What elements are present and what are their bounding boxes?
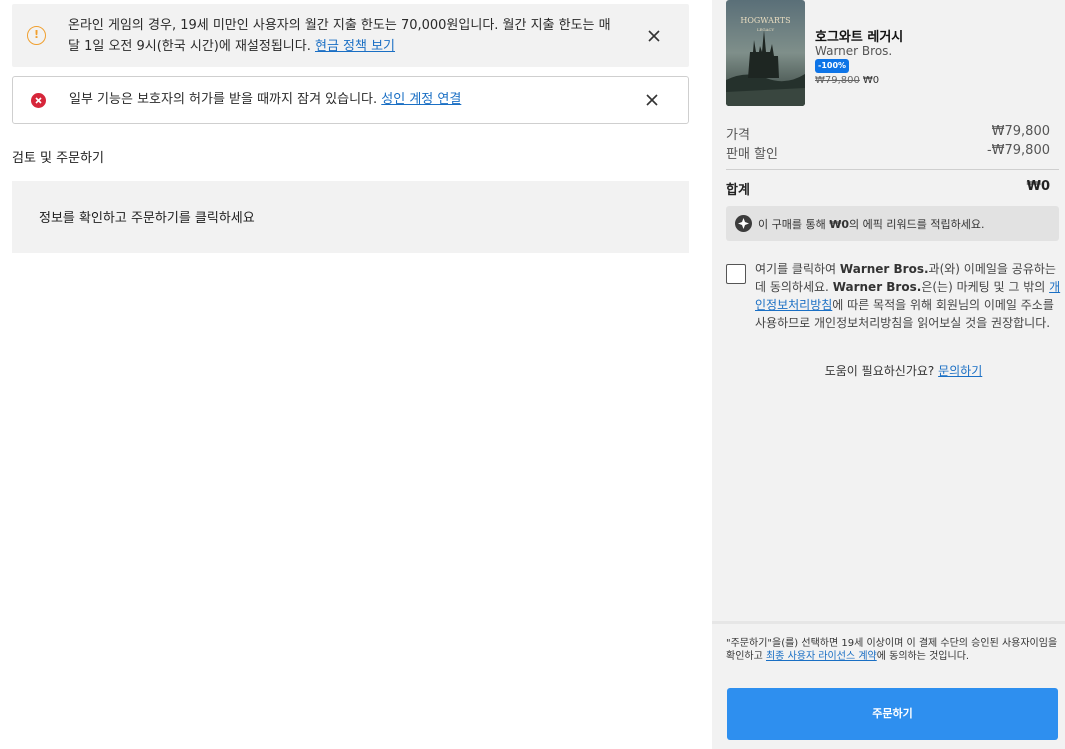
discount-value: -₩79,800 [986,143,1050,158]
product-publisher: Warner Bros. [815,44,893,58]
price-label: 가격 [726,128,750,143]
cash-policy-link[interactable]: 현금 정책 보기 [315,39,395,54]
original-price: ₩79,800 [815,75,860,86]
review-instruction: 정보를 확인하고 주문하기를 클릭하세요 [39,211,255,226]
discount-badge: -100% [815,59,850,73]
discount-label: 판매 할인 [726,147,778,162]
spending-limit-line2: 달 1일 오전 9시(한국 시간)에 재설정됩니다. [68,39,311,54]
order-summary-panel: HOGWARTS LEGACY 호그와트 레거시 Warner Bros. -1… [712,0,1065,749]
game-cover-image: HOGWARTS LEGACY [726,0,805,106]
reward-suffix: 의 에픽 리워드를 적립하세요. [849,218,985,231]
help-line: 도움이 필요하신가요? 문의하기 [712,362,1065,379]
total-value: ₩0 [1026,179,1050,194]
parental-lock-text: 일부 기능은 보호자의 허가를 받을 때까지 잠겨 있습니다. 성인 계정 연결 [69,90,461,110]
reward-prefix: 이 구매를 통해 [758,218,830,231]
total-row: 합계 ₩0 [726,179,1050,198]
email-consent-text: 여기를 클릭하여 Warner Bros.과(와) 이메일을 공유하는 데 동의… [755,260,1061,332]
final-price: ₩0 [862,75,880,86]
eula-link[interactable]: 최종 사용자 라이선스 계약 [766,651,877,662]
contact-us-link[interactable]: 문의하기 [938,364,982,378]
legal-part2: 에 동의하는 것입니다. [876,651,970,662]
svg-text:LEGACY: LEGACY [757,27,775,32]
help-text: 도움이 필요하신가요? [824,364,935,378]
epic-rewards-icon [735,215,752,232]
consent-part3: 은(는) 마케팅 및 그 밖의 [921,280,1050,294]
consent-part1: 여기를 클릭하여 [755,262,840,276]
parental-lock-alert: 일부 기능은 보호자의 허가를 받을 때까지 잠겨 있습니다. 성인 계정 연결 [12,76,689,124]
spending-limit-line1: 온라인 게임의 경우, 19세 미만인 사용자의 월간 지출 한도는 70,00… [68,18,611,33]
review-panel: 정보를 확인하고 주문하기를 클릭하세요 [12,181,689,253]
summary-divider [726,169,1059,170]
legal-notice: "주문하기"을(를) 선택하면 19세 이상이며 이 결제 수단의 승인된 사용… [726,637,1058,663]
close-icon[interactable] [644,92,660,108]
product-prices: ₩79,800 ₩0 [815,75,879,86]
reward-amount: ₩0 [829,218,850,231]
close-icon[interactable] [646,28,662,44]
page-title: 검토 및 주문하기 [12,151,104,166]
price-value: ₩79,800 [991,124,1050,139]
spending-limit-alert: ! 온라인 게임의 경우, 19세 미만인 사용자의 월간 지출 한도는 70,… [12,4,689,67]
place-order-button[interactable]: 주문하기 [727,688,1058,740]
error-circle-icon [31,93,46,108]
epic-rewards-banner: 이 구매를 통해 ₩0의 에픽 리워드를 적립하세요. [726,206,1059,241]
consent-brand2: Warner Bros. [832,280,922,294]
consent-brand1: Warner Bros. [839,262,929,276]
svg-text:HOGWARTS: HOGWARTS [740,16,790,25]
email-share-checkbox[interactable] [726,264,746,284]
total-label: 합계 [726,183,750,198]
product-title: 호그와트 레거시 [815,30,904,45]
price-row: 가격 ₩79,800 [726,124,1050,143]
discount-row: 판매 할인 -₩79,800 [726,143,1050,162]
spending-limit-text: 온라인 게임의 경우, 19세 미만인 사용자의 월간 지출 한도는 70,00… [68,15,628,57]
footer-divider [712,621,1065,624]
warning-circle-icon: ! [27,26,46,45]
epic-rewards-text: 이 구매를 통해 ₩0의 에픽 리워드를 적립하세요. [758,216,984,232]
link-adult-account-link[interactable]: 성인 계정 연결 [381,92,461,107]
parental-lock-message: 일부 기능은 보호자의 허가를 받을 때까지 잠겨 있습니다. [69,92,378,107]
